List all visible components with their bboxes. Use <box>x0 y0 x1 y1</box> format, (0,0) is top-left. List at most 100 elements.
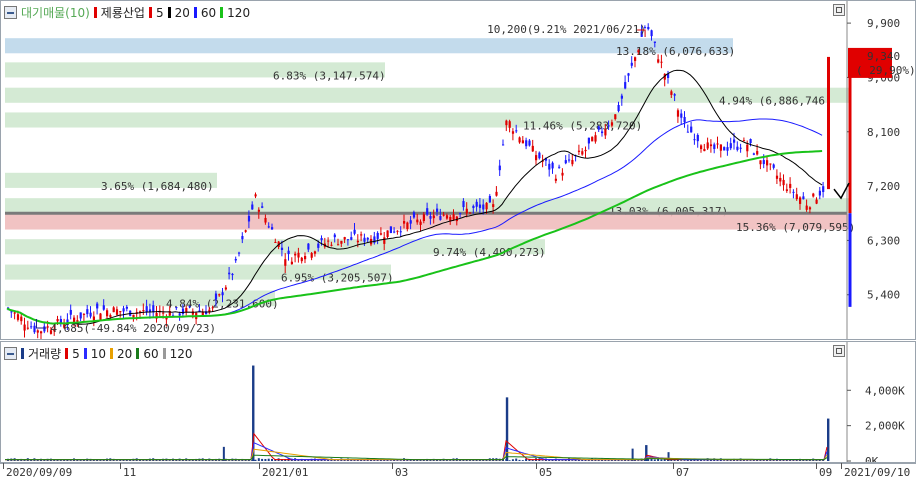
volume-tick-label: 4,000K <box>865 384 905 397</box>
candle-body <box>406 222 409 230</box>
candle-body <box>109 315 112 318</box>
candle-body <box>241 236 244 240</box>
candle-body <box>775 175 779 179</box>
candle-body <box>99 313 102 320</box>
volume-settings-icon[interactable] <box>4 347 17 360</box>
maximize-pane-button[interactable] <box>833 4 845 16</box>
vol-ma10-line <box>5 442 828 461</box>
volume-bar <box>518 459 521 461</box>
candle-body <box>429 216 432 219</box>
candle-body <box>488 196 491 203</box>
volume-bar <box>508 460 511 461</box>
candle-body <box>657 59 660 63</box>
candle-body <box>617 105 620 112</box>
volume-bar <box>815 460 818 461</box>
candle-body <box>452 214 455 220</box>
candle-body <box>772 164 775 168</box>
volume-bar <box>558 460 561 461</box>
candle-body <box>267 226 270 228</box>
candle-body <box>465 208 468 214</box>
candle-body <box>264 217 267 223</box>
candle-body <box>396 230 399 232</box>
candle-body <box>33 325 36 333</box>
vol-ma5-label: 5 <box>72 346 80 361</box>
stock-name-label: 제룡산업 <box>100 6 145 20</box>
candle-body <box>564 160 567 164</box>
candle-body <box>693 139 696 141</box>
price-legend: 대기매물(10) 제룡산업 5 20 60 120 <box>4 4 250 21</box>
volume-bar <box>69 460 72 461</box>
candle-body <box>637 50 640 53</box>
volume-bar <box>261 458 264 461</box>
candle-body <box>436 208 439 212</box>
candle-body <box>620 95 623 99</box>
candle-body <box>802 196 805 200</box>
candle-body <box>43 326 46 332</box>
ma5-swatch <box>148 7 152 18</box>
volume-bar <box>142 460 145 461</box>
candle-body <box>40 331 43 334</box>
candle-body <box>383 237 386 244</box>
price-chart-canvas[interactable]: 13.18% (6,076,633) 6.83% (3,147,574) 4.94%… <box>1 1 915 339</box>
candle-body <box>106 310 109 317</box>
candle-body <box>409 220 412 224</box>
candle-body <box>238 252 241 254</box>
candle-body <box>122 308 125 312</box>
candle-body <box>376 232 379 239</box>
candle-body <box>686 131 689 133</box>
candle-body <box>20 316 23 322</box>
candle-body <box>812 193 815 197</box>
volume-bar <box>63 460 66 461</box>
candle-body <box>274 242 277 244</box>
candle-body <box>284 259 287 266</box>
candle-body <box>442 214 445 216</box>
volume-bar <box>469 460 471 461</box>
candle-body <box>145 306 148 313</box>
candle-body <box>726 147 729 151</box>
volume-bar <box>99 460 102 461</box>
candle-body <box>492 204 495 208</box>
candle-body <box>495 191 498 196</box>
date-tick-sep: 09 <box>815 463 833 479</box>
candle-body <box>307 243 310 250</box>
candle-body <box>706 142 709 149</box>
candle-body <box>36 330 39 333</box>
vol-ma20-swatch <box>110 348 114 359</box>
candle-body <box>280 247 284 250</box>
candle-body <box>653 41 656 43</box>
candle-body <box>30 326 33 328</box>
date-tick-start: 2020/09/09 <box>2 463 73 479</box>
candle-body <box>426 208 429 215</box>
volume-legend: 거래량 5 10 20 60 120 <box>4 345 193 362</box>
date-tick-end: 2021/09/10 <box>840 463 911 479</box>
candle-body <box>815 199 818 204</box>
candle-body <box>96 303 99 309</box>
volume-bar <box>650 458 653 461</box>
volume-color-swatch <box>21 348 24 359</box>
candle-body <box>13 312 16 314</box>
volume-bar <box>511 459 514 461</box>
candle-body-last <box>827 56 830 190</box>
candle-body <box>700 145 703 150</box>
candle-body <box>581 151 584 155</box>
candle-body <box>604 129 607 136</box>
candle-body <box>538 152 541 159</box>
chart-settings-icon[interactable] <box>4 6 17 19</box>
candle-body <box>624 82 627 89</box>
candle-body <box>680 113 683 118</box>
volume-chart-pane[interactable]: 4,000K 2,000K 0K 거래량 5 10 20 60 120 <box>0 341 916 463</box>
volume-bar <box>723 460 726 461</box>
candle-body <box>228 272 231 275</box>
supply-band-label: 6.95% (3,205,507) <box>281 272 394 285</box>
price-chart-pane[interactable]: 13.18% (6,076,633) 6.83% (3,147,574) 4.94%… <box>0 0 916 340</box>
candle-body <box>56 319 59 322</box>
candle-body <box>366 237 369 240</box>
candle-body <box>472 205 475 208</box>
maximize-volume-pane-button[interactable] <box>833 345 845 357</box>
candle-body <box>591 137 594 142</box>
candle-body <box>102 305 105 310</box>
volume-bar <box>449 460 452 461</box>
supply-band-label: 6.83% (3,147,574) <box>273 69 386 82</box>
volume-bar <box>76 460 79 461</box>
volume-label: 거래량 <box>28 347 62 361</box>
